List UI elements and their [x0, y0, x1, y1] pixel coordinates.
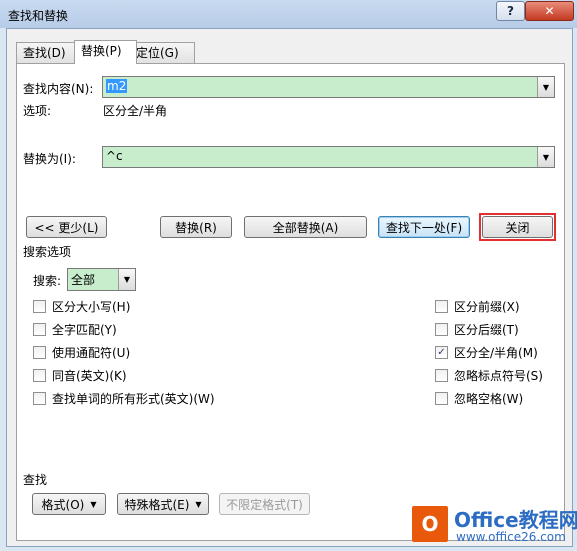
checkbox[interactable] [33, 391, 46, 405]
tab-find[interactable]: 查找(D) [16, 42, 81, 63]
close-button-highlight [479, 213, 556, 241]
window-title: 查找和替换 [8, 9, 69, 23]
checkbox[interactable] [435, 391, 448, 405]
find-section-title: 查找 [23, 473, 48, 487]
find-input[interactable]: m2 ▼ [102, 76, 555, 98]
dialog-body: 查找(D) 替换(P) 定位(G) 查找内容(N): m2 ▼ 选项: 区分全/… [6, 28, 573, 547]
checkbox[interactable] [33, 368, 46, 382]
window-close-button[interactable]: ✕ [525, 1, 574, 21]
caret-down-icon: ▼ [90, 499, 97, 509]
watermark-url: www.office26.com [456, 530, 566, 544]
site-watermark: O Office教程网 www.office26.com [412, 500, 577, 548]
search-scope-label: 搜索: [33, 274, 62, 288]
replace-input[interactable]: ^c ▼ [102, 146, 555, 168]
search-scope-value: 全部 [71, 273, 96, 287]
special-format-button[interactable]: 特殊格式(E) ▼ [117, 493, 209, 515]
option-all-word-forms[interactable]: 查找单词的所有形式(英文)(W) [33, 390, 215, 406]
checkbox-checked[interactable]: ✓ [435, 345, 448, 359]
option-match-case[interactable]: 区分大小写(H) [33, 298, 130, 314]
replace-panel: 查找内容(N): m2 ▼ 选项: 区分全/半角 替换为(I): ^c ▼ <<… [16, 63, 565, 541]
help-button[interactable]: ? [496, 1, 525, 21]
option-ignore-whitespace[interactable]: 忽略空格(W) [435, 390, 523, 406]
find-value: m2 [106, 79, 128, 93]
option-sounds-like[interactable]: 同音(英文)(K) [33, 367, 127, 383]
chevron-down-icon[interactable]: ▼ [118, 269, 135, 290]
format-button[interactable]: 格式(O) ▼ [32, 493, 106, 515]
no-formatting-button[interactable]: 不限定格式(T) [219, 493, 310, 515]
replace-all-button[interactable]: 全部替换(A) [244, 216, 367, 238]
option-ignore-punctuation[interactable]: 忽略标点符号(S) [435, 367, 543, 383]
caret-down-icon: ▼ [195, 499, 202, 509]
tab-replace[interactable]: 替换(P) [74, 40, 137, 64]
find-next-button[interactable]: 查找下一处(F) [378, 216, 470, 238]
replace-label: 替换为(I): [23, 152, 76, 166]
search-scope-select[interactable]: 全部 ▼ [67, 268, 136, 291]
checkbox[interactable] [33, 345, 46, 359]
search-options-title: 搜索选项 [23, 245, 72, 259]
option-whole-word[interactable]: 全字匹配(Y) [33, 321, 117, 337]
watermark-name: Office教程网 [454, 508, 577, 532]
chevron-down-icon[interactable]: ▼ [537, 147, 554, 167]
checkbox[interactable] [435, 368, 448, 382]
option-match-prefix[interactable]: 区分前缀(X) [435, 298, 520, 314]
checkbox[interactable] [435, 299, 448, 313]
checkbox[interactable] [33, 299, 46, 313]
tab-goto[interactable]: 定位(G) [129, 42, 195, 63]
options-label: 选项: [23, 104, 52, 118]
find-label: 查找内容(N): [23, 82, 94, 96]
option-match-suffix[interactable]: 区分后缀(T) [435, 321, 519, 337]
chevron-down-icon[interactable]: ▼ [537, 77, 554, 97]
option-wildcards[interactable]: 使用通配符(U) [33, 344, 130, 360]
options-value: 区分全/半角 [103, 104, 168, 118]
close-icon: ✕ [544, 4, 555, 18]
checkbox[interactable] [435, 322, 448, 336]
replace-button[interactable]: 替换(R) [160, 216, 232, 238]
title-bar: 查找和替换 ? ✕ [0, 0, 577, 28]
replace-value: ^c [106, 149, 123, 163]
option-match-width[interactable]: ✓ 区分全/半角(M) [435, 344, 538, 360]
office-logo-icon: O [412, 506, 448, 542]
check-icon: ✓ [437, 346, 446, 358]
help-icon: ? [507, 4, 514, 18]
less-button[interactable]: << 更少(L) [26, 216, 107, 238]
checkbox[interactable] [33, 322, 46, 336]
